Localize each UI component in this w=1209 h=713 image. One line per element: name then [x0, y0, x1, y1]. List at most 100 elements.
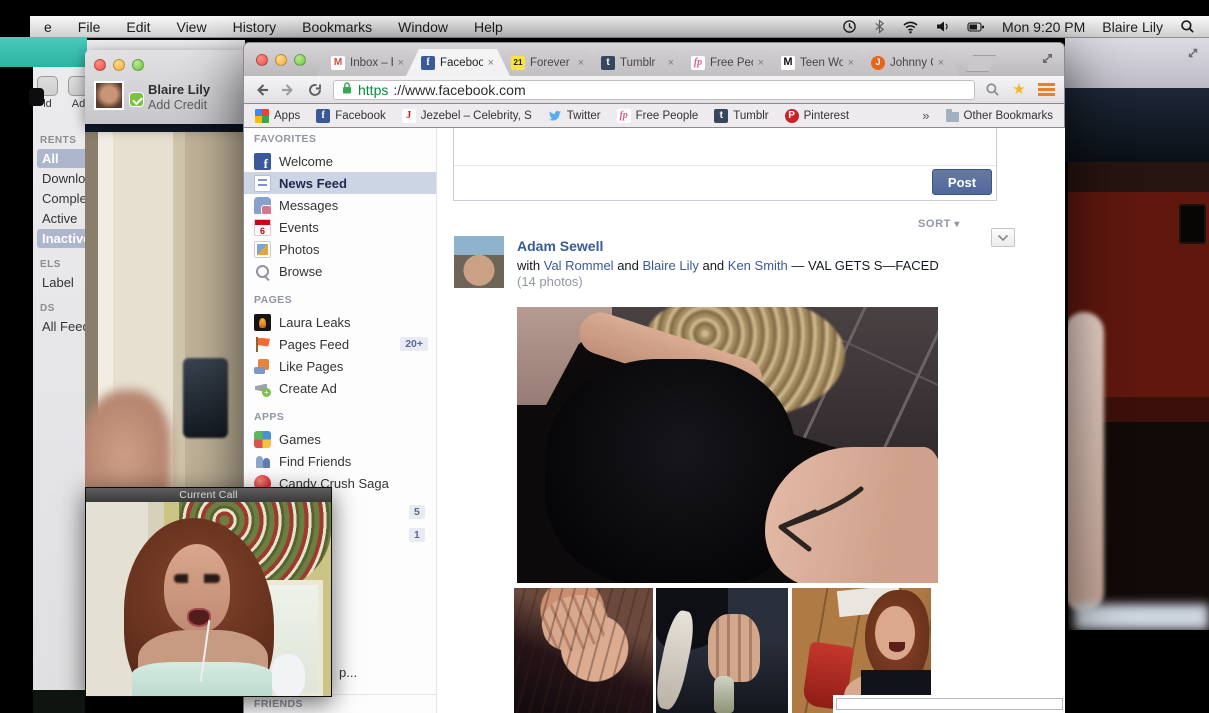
sidebar-item-news-feed[interactable]: News Feed — [244, 172, 436, 194]
tab-free-peop[interactable]: Free Peop× — [676, 49, 780, 76]
post-author-link[interactable]: Adam Sewell — [517, 238, 603, 254]
sidebar-item-truncated[interactable]: p... — [339, 665, 357, 680]
sidebar-item-like-pages[interactable]: Like Pages — [244, 355, 436, 377]
ssl-lock-icon[interactable] — [341, 81, 353, 98]
menu-window[interactable]: Window — [398, 19, 448, 35]
spotlight-search-icon[interactable] — [1180, 19, 1195, 34]
menu-e[interactable]: e — [44, 19, 52, 35]
sidebar-item-photos[interactable]: Photos — [244, 238, 436, 260]
menu-bookmarks[interactable]: Bookmarks — [302, 19, 372, 35]
messages-icon — [254, 197, 271, 214]
menu-view[interactable]: View — [176, 19, 206, 35]
sidebar-item-games[interactable]: Games — [244, 428, 436, 450]
expand-window-icon[interactable] — [1040, 51, 1055, 71]
close-button[interactable] — [256, 54, 268, 66]
reload-button[interactable] — [307, 82, 323, 98]
sort-dropdown[interactable]: SORT — [918, 218, 960, 230]
menu-edit[interactable]: Edit — [126, 19, 150, 35]
tab-facebook[interactable]: Facebook× — [406, 49, 510, 76]
tab-close-icon[interactable]: × — [938, 57, 944, 69]
bookmark-facebook[interactable]: Facebook — [316, 109, 386, 123]
feed-options-button[interactable] — [991, 228, 1015, 247]
tab-close-icon[interactable]: × — [668, 57, 674, 69]
minimize-button[interactable] — [113, 59, 125, 71]
tab-teen-wol[interactable]: Teen Wol× — [766, 49, 870, 76]
freepeople-icon — [617, 109, 631, 123]
games-icon — [254, 431, 271, 448]
comment-input[interactable] — [836, 698, 1063, 710]
tab-tumblr[interactable]: Tumblr× — [586, 49, 690, 76]
add-credit-link[interactable]: Add Credit — [148, 98, 207, 112]
tab-johnny-c[interactable]: Johnny C× — [856, 49, 960, 76]
sidebar-item-pages-feed[interactable]: Pages Feed20+ — [244, 333, 436, 355]
address-bar[interactable]: https://www.facebook.com — [333, 80, 975, 100]
post-photo-thumb-2[interactable] — [656, 588, 788, 713]
menu-file[interactable]: File — [78, 19, 101, 35]
sidebar-item-messages[interactable]: Messages — [244, 194, 436, 216]
webcam-person-arm — [1068, 312, 1104, 612]
menubar-user-menu[interactable]: Blaire Lily — [1102, 19, 1163, 35]
post-photo-main[interactable] — [517, 307, 938, 583]
bookmark-jezebel-celebrity-s[interactable]: Jezebel – Celebrity, S — [402, 109, 532, 123]
bookmark-pinterest[interactable]: Pinterest — [785, 109, 849, 123]
bluetooth-icon[interactable] — [874, 19, 885, 34]
sidebar-item-events[interactable]: Events — [244, 216, 436, 238]
events-icon — [254, 219, 271, 236]
bookmark-apps[interactable]: Apps — [255, 109, 300, 123]
skype-contact-window[interactable]: Blaire Lily Add Credit — [85, 50, 248, 124]
tab-close-icon[interactable]: × — [398, 57, 404, 69]
bookmark-twitter[interactable]: Twitter — [548, 109, 601, 123]
battery-icon[interactable] — [967, 21, 985, 33]
tab-close-icon[interactable]: × — [578, 57, 584, 69]
bookmarks-overflow-chevron[interactable]: » — [922, 108, 929, 123]
back-button[interactable] — [253, 82, 270, 98]
zoom-button[interactable] — [132, 59, 144, 71]
twitter-icon — [548, 109, 562, 123]
forward-button[interactable] — [280, 82, 297, 98]
sidebar-item-find-friends[interactable]: Find Friends — [244, 450, 436, 472]
facebook-newsfeed: Post SORT Adam Sewell with Val Rommel an… — [437, 128, 1065, 713]
tagged-friend-link[interactable]: Ken Smith — [728, 258, 788, 273]
time-machine-icon[interactable] — [842, 19, 857, 34]
expand-window-icon[interactable] — [1186, 46, 1200, 65]
tab-inbox-b[interactable]: Inbox – b× — [316, 49, 420, 76]
bookmark-tumblr[interactable]: Tumblr — [714, 109, 768, 123]
new-tab-button[interactable] — [966, 55, 996, 72]
bookmark-star-icon[interactable] — [1010, 80, 1028, 99]
bookmark-free-people[interactable]: Free People — [617, 109, 699, 123]
window-titlebar[interactable] — [1065, 38, 1209, 88]
tab-close-icon[interactable]: × — [848, 57, 854, 69]
sidebar-item-label: Photos — [279, 242, 319, 257]
call-window-titlebar[interactable]: Current Call — [86, 488, 331, 502]
status-composer[interactable]: Post — [453, 128, 997, 201]
toolbar-button-label: ld — [43, 98, 52, 110]
post-author-avatar[interactable] — [454, 236, 504, 288]
post-button[interactable]: Post — [932, 169, 992, 195]
tagline-text: with — [517, 258, 544, 273]
sidebar-item-browse[interactable]: Browse — [244, 260, 436, 282]
other-bookmarks-folder[interactable]: Other Bookmarks — [946, 109, 1053, 122]
tagged-friend-link[interactable]: Val Rommel — [544, 258, 614, 273]
sidebar-item-welcome[interactable]: Welcome — [244, 150, 436, 172]
tab-forever-2[interactable]: Forever 2× — [496, 49, 600, 76]
minimize-button[interactable] — [275, 54, 287, 66]
url-text: ://www.facebook.com — [393, 82, 525, 98]
chrome-menu-icon[interactable] — [1038, 83, 1055, 96]
tab-close-icon[interactable]: × — [758, 57, 764, 69]
tab-close-icon[interactable]: × — [488, 57, 494, 69]
mtv-favicon — [781, 56, 795, 70]
sidebar-item-laura-leaks[interactable]: Laura Leaks — [244, 311, 436, 333]
wifi-icon[interactable] — [902, 20, 919, 34]
desktop: eFileEditViewHistoryBookmarksWindowHelp … — [0, 0, 1209, 713]
tagged-friend-link[interactable]: Blaire Lily — [643, 258, 699, 273]
close-button[interactable] — [94, 59, 106, 71]
menu-history[interactable]: History — [233, 19, 277, 35]
bookmark-label: Apps — [274, 110, 300, 122]
zoom-button[interactable] — [294, 54, 306, 66]
volume-icon[interactable] — [936, 20, 950, 33]
menubar-clock[interactable]: Mon 9:20 PM — [1002, 19, 1085, 35]
page-search-icon[interactable] — [985, 82, 1000, 97]
sidebar-item-create-ad[interactable]: Create Ad — [244, 377, 436, 399]
post-photo-thumb-1[interactable] — [514, 588, 653, 713]
menu-help[interactable]: Help — [474, 19, 503, 35]
